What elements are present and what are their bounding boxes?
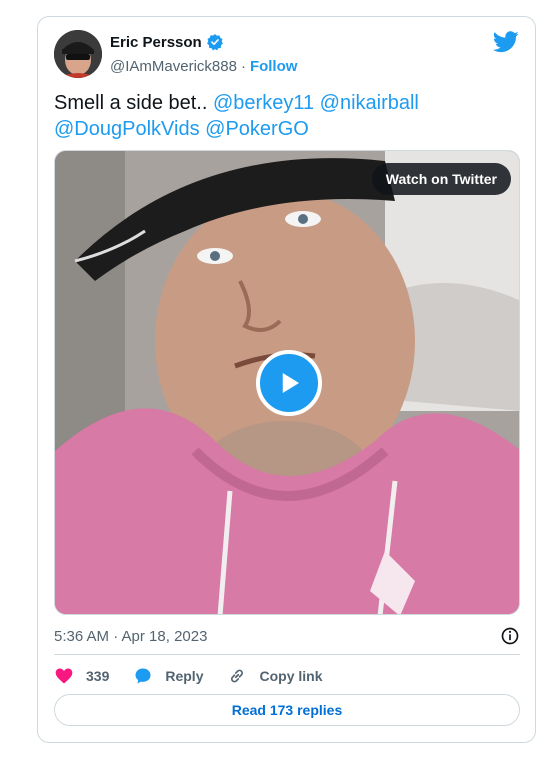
reply-button[interactable]: Reply bbox=[133, 666, 203, 686]
author-handle[interactable]: @IAmMaverick888 bbox=[110, 58, 237, 75]
video-player[interactable]: Watch on Twitter bbox=[54, 150, 520, 615]
tweet-embed-card: Eric Persson @IAmMaverick888 · Follow Sm… bbox=[37, 16, 536, 743]
heart-icon bbox=[55, 668, 73, 684]
read-replies-button[interactable]: Read 173 replies bbox=[54, 694, 520, 726]
watch-on-twitter-button[interactable]: Watch on Twitter bbox=[371, 163, 511, 195]
link-icon bbox=[231, 669, 244, 683]
info-icon[interactable] bbox=[500, 626, 520, 646]
tweet-text: Smell a side bet.. @berkey11 @nikairball… bbox=[54, 90, 514, 142]
tweet-meta: 5:36 AM · Apr 18, 2023 bbox=[54, 625, 520, 647]
author-name[interactable]: Eric Persson bbox=[110, 34, 202, 51]
copy-link-label: Copy link bbox=[259, 668, 323, 684]
mention-link[interactable]: @PokerGO bbox=[205, 118, 309, 140]
mention-link[interactable]: @nikairball bbox=[320, 92, 419, 114]
divider bbox=[54, 654, 520, 655]
follow-link[interactable]: Follow bbox=[250, 58, 298, 75]
like-button[interactable]: 339 bbox=[54, 666, 109, 686]
mention-link[interactable]: @berkey11 bbox=[213, 92, 314, 114]
author-block: Eric Persson @IAmMaverick888 · Follow bbox=[110, 31, 297, 77]
separator-dot: · bbox=[240, 57, 246, 75]
reply-label: Reply bbox=[165, 668, 204, 684]
verified-badge-icon bbox=[206, 33, 224, 51]
copy-link-button[interactable]: Copy link bbox=[227, 666, 323, 686]
play-icon[interactable] bbox=[256, 350, 322, 416]
tweet-text-prefix: Smell a side bet.. bbox=[54, 92, 208, 114]
likes-count: 339 bbox=[86, 668, 110, 684]
timestamp-link[interactable]: 5:36 AM · Apr 18, 2023 bbox=[54, 628, 207, 645]
action-bar: 339 Reply Copy link bbox=[54, 663, 347, 689]
twitter-bird-icon[interactable] bbox=[493, 31, 519, 53]
mention-link[interactable]: @DougPolkVids bbox=[54, 118, 200, 140]
avatar[interactable] bbox=[54, 30, 102, 78]
reply-bubble-icon bbox=[135, 668, 151, 684]
